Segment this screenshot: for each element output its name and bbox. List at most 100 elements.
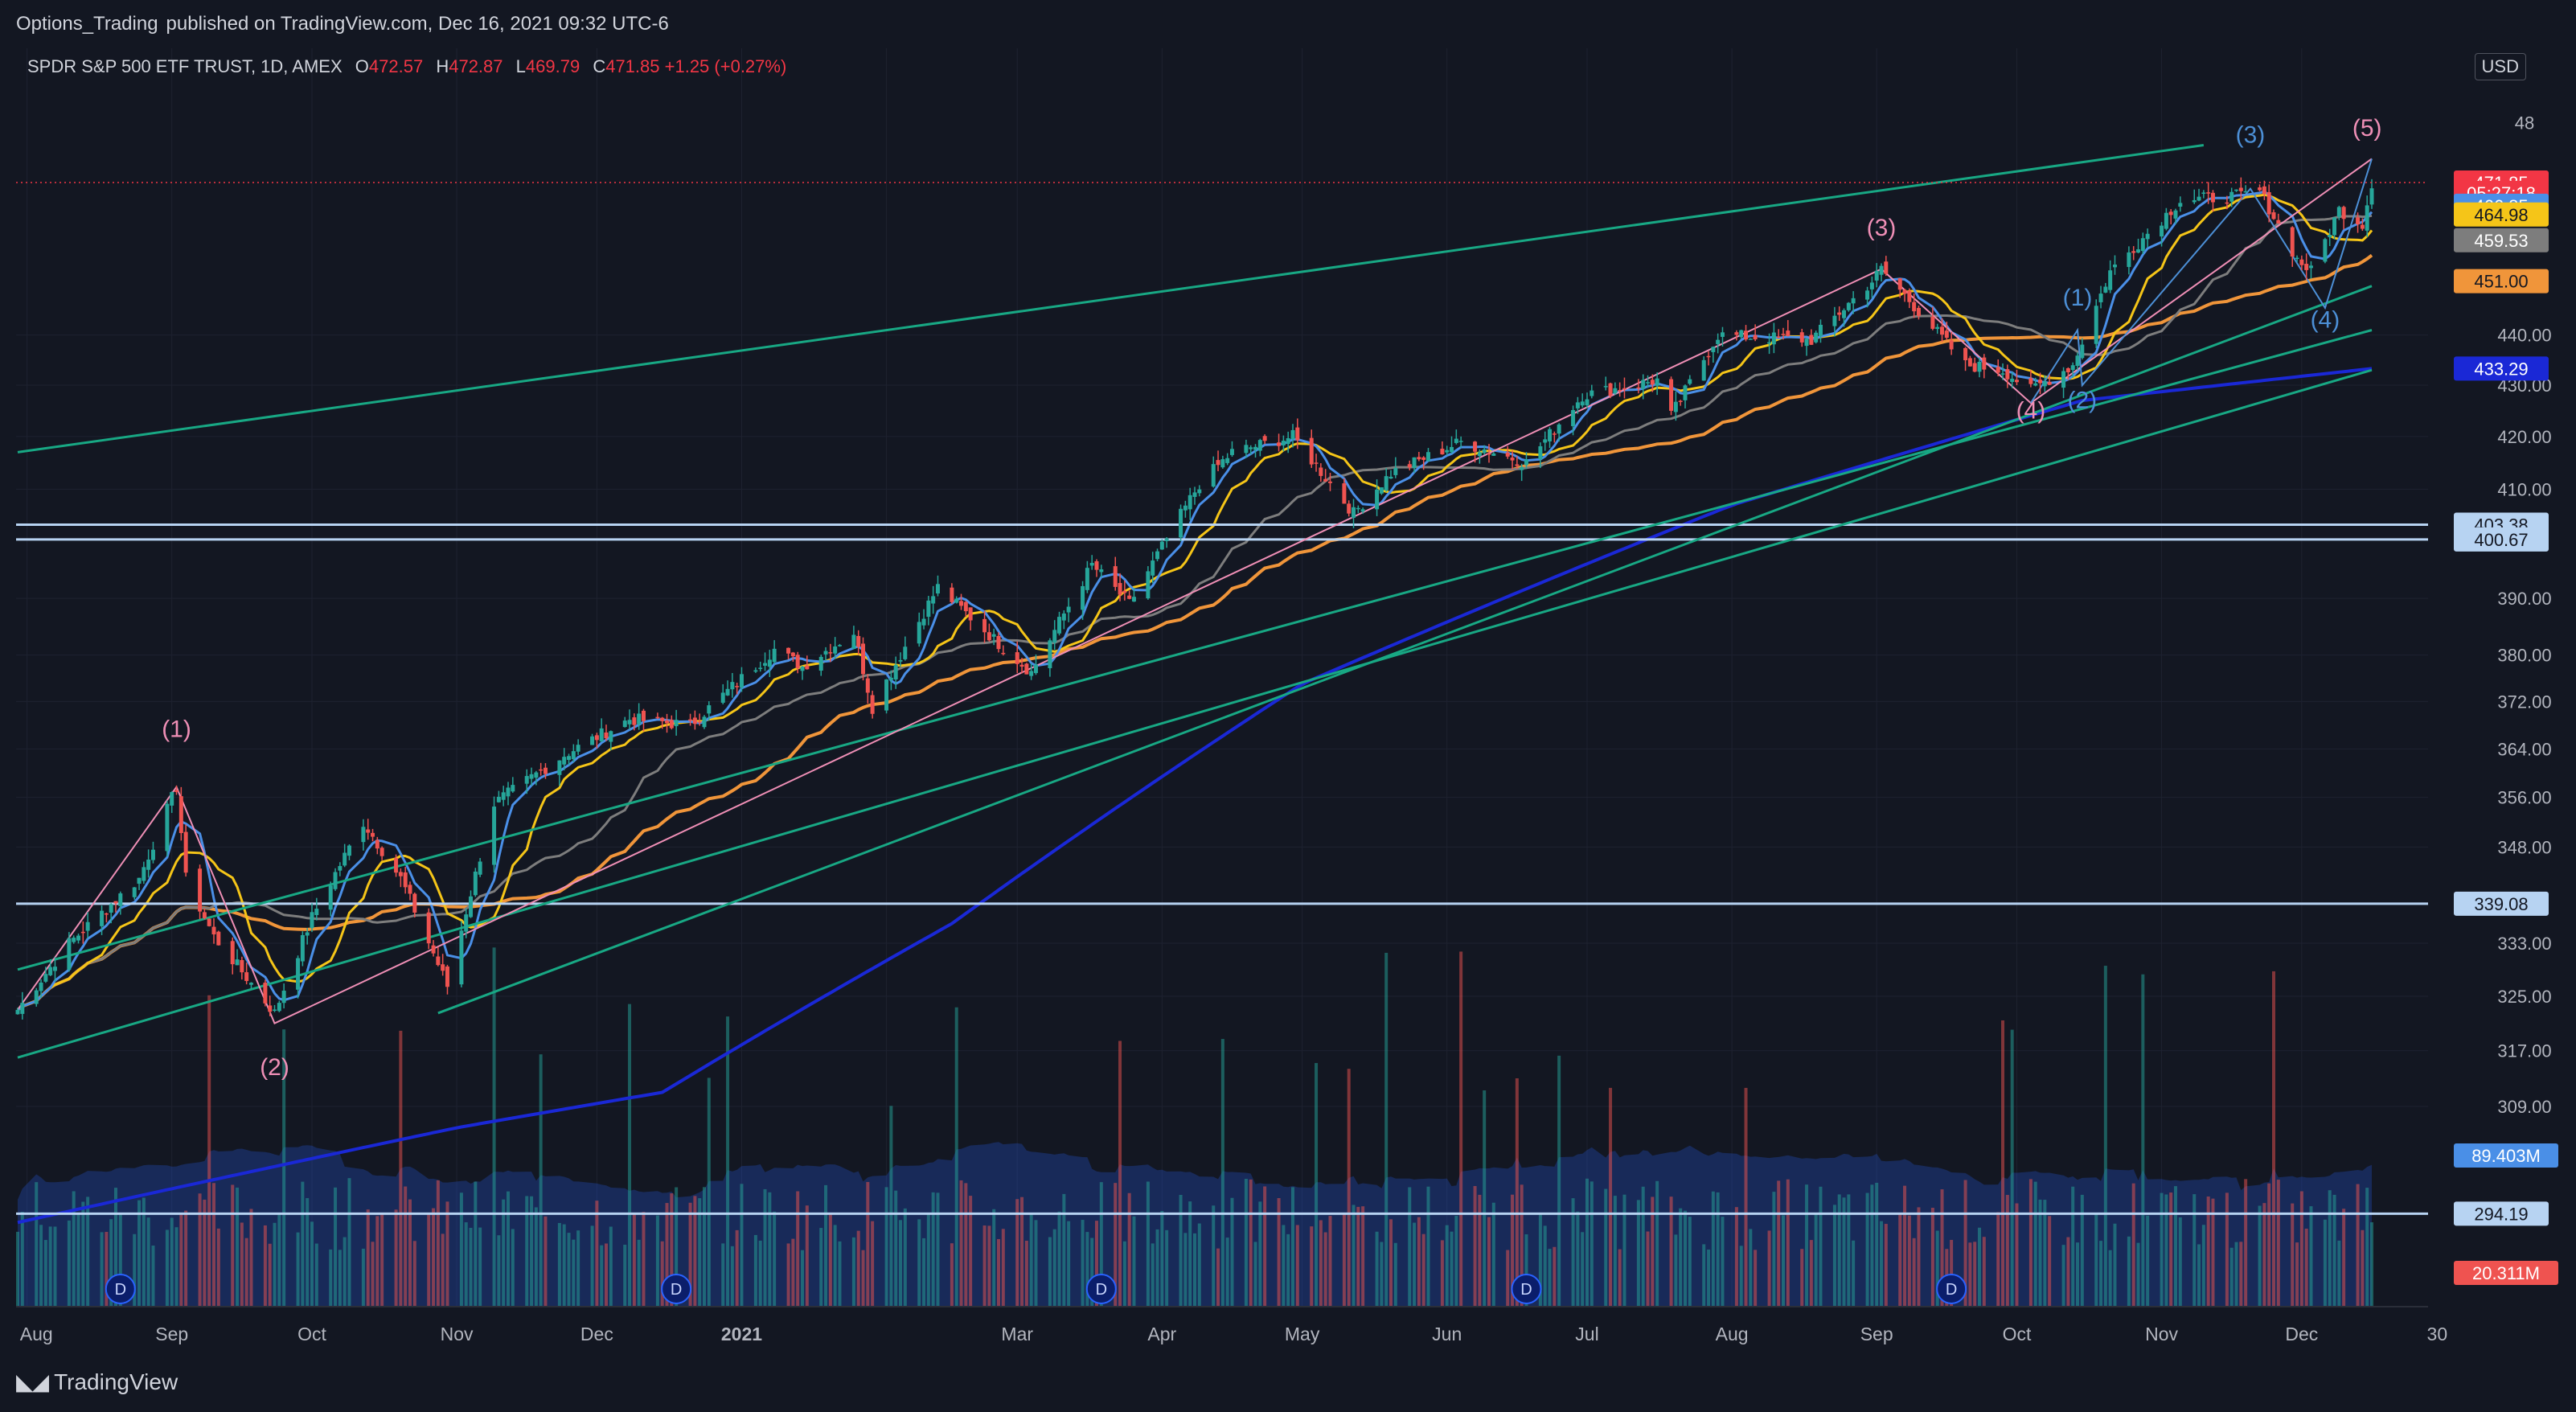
volume-bar	[2080, 1194, 2084, 1307]
candle-body	[921, 618, 926, 626]
publisher-author[interactable]: Options_Trading	[16, 13, 158, 35]
candle-body	[1356, 507, 1360, 510]
volume-bar	[2160, 1192, 2164, 1307]
candle-body	[1001, 652, 1006, 655]
candle-body	[1257, 440, 1262, 451]
candle-body	[1977, 361, 1982, 372]
volume-bar	[1907, 1215, 1911, 1307]
volume-bar	[1352, 1205, 1356, 1307]
volume-bar	[474, 1181, 478, 1307]
candle-body	[2210, 192, 2215, 203]
symbol-name[interactable]: SPDR S&P 500 ETF TRUST, 1D, AMEX	[27, 56, 343, 76]
time-axis-label: Aug	[20, 1324, 53, 1344]
volume-bar	[1188, 1201, 1192, 1307]
price-chart[interactable]: (1) (2) (3) (4) (5) (1) (2) (3) (4) D D D D D 48 440.00…	[0, 0, 2576, 1412]
candle-body	[1048, 640, 1052, 668]
volume-bar	[567, 1233, 571, 1307]
volume-bar	[399, 1030, 403, 1307]
volume-bar	[2299, 1191, 2303, 1307]
volume-bar	[2076, 1242, 2079, 1307]
volume-bar	[534, 1207, 538, 1307]
volume-bar	[1767, 1230, 1771, 1307]
candle-body	[2341, 207, 2346, 220]
candle-body	[954, 598, 959, 603]
volume-bar	[851, 1237, 855, 1307]
time-axis-label: 30	[2427, 1324, 2448, 1344]
candle-body	[2197, 196, 2201, 201]
volume-bar	[329, 1249, 333, 1307]
candle-body	[178, 796, 183, 834]
time-axis-label: Sep	[1860, 1324, 1893, 1344]
candle-body	[15, 1009, 20, 1015]
candle-body	[202, 912, 207, 918]
candle-body	[1122, 590, 1127, 593]
volume-bar	[884, 1187, 888, 1307]
candle-body	[571, 751, 576, 760]
tradingview-logo[interactable]: ◣◢ TradingView	[16, 1369, 178, 1395]
candle-body	[1033, 664, 1038, 674]
candle-body	[165, 803, 170, 852]
candle-body	[637, 713, 642, 724]
volume-bar	[1543, 1225, 1547, 1307]
volume-bar	[1384, 952, 1388, 1307]
candle-body	[2360, 224, 2365, 229]
candle-body	[1085, 568, 1089, 590]
tradingview-logo-icon: ◣◢	[16, 1369, 49, 1394]
candle-body	[1786, 330, 1790, 336]
wave-label: (5)	[2352, 115, 2382, 142]
candle-body	[805, 665, 810, 670]
candle-body	[697, 721, 702, 723]
candle-body	[1225, 458, 1230, 463]
volume-bar	[1225, 1238, 1229, 1307]
candle-body	[310, 912, 314, 929]
volume-bar	[1814, 1213, 1818, 1307]
volume-bar	[576, 1230, 580, 1307]
currency-button[interactable]: USD	[2474, 53, 2526, 80]
volume-bar	[263, 1225, 267, 1307]
candle-body	[1636, 387, 1641, 389]
candle-body	[851, 634, 856, 649]
price-axis-tick: 317.00	[2497, 1041, 2551, 1061]
candle-body	[506, 787, 511, 797]
candle-body	[137, 877, 142, 885]
open-value: 472.57	[368, 56, 424, 76]
price-tag-text: 339.08	[2474, 894, 2528, 914]
candle-body	[1646, 382, 1651, 384]
volume-bar	[2066, 1237, 2070, 1307]
volume-bar	[1151, 1243, 1155, 1307]
volume-bar	[1707, 1249, 1711, 1307]
candle-body	[1379, 487, 1384, 494]
volume-bar	[1001, 1229, 1005, 1307]
time-axis-label: Oct	[2003, 1324, 2032, 1344]
candle-body	[366, 829, 371, 833]
volume-bar	[824, 1184, 828, 1307]
volume-bar	[899, 1220, 902, 1307]
volume-bar	[81, 1201, 85, 1307]
volume-bar	[394, 1209, 398, 1307]
volume-bar	[507, 1191, 510, 1307]
volume-bar	[2239, 1242, 2243, 1307]
volume-bar	[1347, 1069, 1351, 1307]
candle-body	[2112, 265, 2117, 268]
candle-body	[720, 692, 725, 703]
volume-bar	[296, 1232, 300, 1307]
candle-body	[2234, 189, 2239, 191]
candle-body	[174, 790, 179, 792]
candle-body	[1902, 289, 1907, 294]
candle-body	[230, 941, 235, 965]
candle-body	[2103, 286, 2108, 293]
candle-body	[1352, 507, 1356, 518]
candle-body	[403, 872, 408, 888]
candle-body	[2201, 192, 2206, 194]
candle-body	[34, 990, 39, 1004]
candle-body	[146, 860, 151, 870]
candle-body	[1538, 445, 1543, 460]
candle-body	[2229, 191, 2234, 202]
candle-body	[375, 839, 379, 849]
candle-body	[1327, 481, 1332, 483]
volume-bar	[600, 1245, 604, 1307]
volume-bar	[2244, 1179, 2248, 1307]
candle-body	[2014, 380, 2019, 383]
volume-bar	[2234, 1242, 2238, 1307]
volume-bar	[1253, 1242, 1257, 1307]
